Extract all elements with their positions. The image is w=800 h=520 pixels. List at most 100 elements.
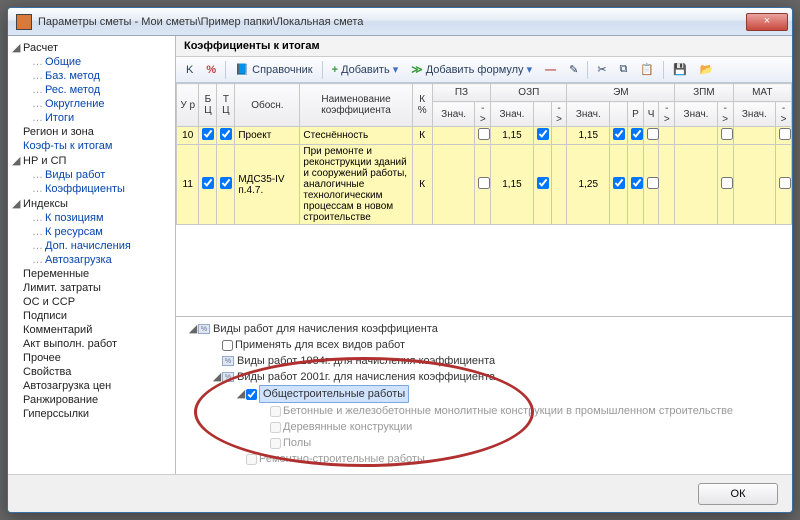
sidebar-item[interactable]: Итоги [10,111,173,125]
col-pz-arr[interactable]: -> [475,102,491,127]
col-zpm[interactable]: ЗПМ [675,84,733,102]
work-type-item[interactable]: ◢%Виды работ 2001г. для начисления коэфф… [184,369,784,385]
col-mat[interactable]: МАТ [733,84,791,102]
col-bc[interactable]: Б Ц [199,84,217,127]
sidebar-item[interactable]: Лимит. затраты [10,281,173,295]
sidebar-item[interactable]: ◢ Расчет [10,40,173,55]
checkbox[interactable] [202,177,214,189]
col-ozp-chk[interactable] [533,102,551,127]
checkbox[interactable] [647,177,659,189]
col-zpm-val[interactable]: Знач. [675,102,718,127]
work-type-item[interactable]: Полы [184,435,784,451]
col-mat-val[interactable]: Знач. [733,102,776,127]
checkbox[interactable] [779,128,791,140]
col-obosn[interactable]: Обосн. [235,84,300,127]
checkbox[interactable] [202,128,214,140]
work-types-panel[interactable]: ◢%Виды работ для начисления коэффициента… [176,316,792,474]
col-em-r[interactable]: Р [628,102,644,127]
col-naim[interactable]: Наименование коэффициента [300,84,412,127]
checkbox[interactable] [270,406,281,417]
copy-button[interactable]: ⧉ [614,60,634,79]
work-type-item[interactable]: Ремонтно-строительные работы [184,451,784,467]
checkbox[interactable] [222,340,233,351]
col-ozp-val[interactable]: Знач. [491,102,534,127]
sidebar-item[interactable]: Подписи [10,309,173,323]
sidebar-item[interactable]: Свойства [10,365,173,379]
sidebar-item[interactable]: К позициям [10,211,173,225]
remove-button[interactable]: — [539,61,562,79]
checkbox[interactable] [631,128,643,140]
col-ozp-arr[interactable]: -> [551,102,567,127]
add-button[interactable]: +Добавить▾ [326,60,405,79]
sidebar-item[interactable]: ОС и ССР [10,295,173,309]
table-row[interactable]: 11МДС35-IV п.4.7.При ремонте и реконстру… [177,145,792,225]
work-type-item[interactable]: Применять для всех видов работ [184,337,784,353]
sidebar-item[interactable]: Акт выполн. работ [10,337,173,351]
grid-area[interactable]: У р Б Ц Т Ц Обосн. Наименование коэффици… [176,83,792,316]
sidebar-item[interactable]: Автозагрузка цен [10,379,173,393]
col-mat-arr[interactable]: -> [776,102,792,127]
checkbox[interactable] [613,128,625,140]
work-type-item[interactable]: ◢%Виды работ для начисления коэффициента [184,321,784,337]
col-ozp[interactable]: ОЗП [491,84,567,102]
sidebar-item[interactable]: Доп. начисления [10,239,173,253]
checkbox[interactable] [537,177,549,189]
checkbox[interactable] [721,128,733,140]
checkbox[interactable] [478,177,490,189]
table-row[interactable]: 10ПроектСтеснённостьК1,151,15 [177,127,792,145]
checkbox[interactable] [537,128,549,140]
col-em-ch[interactable]: Ч [643,102,659,127]
sidebar-item[interactable]: Баз. метод [10,69,173,83]
percent-button[interactable]: % [200,61,222,79]
checkbox[interactable] [270,438,281,449]
col-tc[interactable]: Т Ц [217,84,235,127]
edit-button[interactable]: ✎ [563,60,584,79]
close-button[interactable]: × [746,13,788,31]
col-pz-val[interactable]: Знач. [432,102,475,127]
col-em-chk[interactable] [610,102,628,127]
checkbox[interactable] [246,389,257,400]
sidebar-item[interactable]: Виды работ [10,168,173,182]
checkbox[interactable] [220,177,232,189]
work-type-item[interactable]: Бетонные и железобетонные монолитные кон… [184,403,784,419]
sidebar-item[interactable]: Коэффициенты [10,182,173,196]
sidebar-item[interactable]: Ранжирование [10,393,173,407]
col-ur[interactable]: У р [177,84,199,127]
sidebar-item[interactable]: ◢ НР и СП [10,153,173,168]
checkbox[interactable] [613,177,625,189]
checkbox[interactable] [779,177,791,189]
checkbox[interactable] [647,128,659,140]
sidebar-item[interactable]: К ресурсам [10,225,173,239]
sidebar-tree[interactable]: ◢ РасчетОбщиеБаз. методРес. методОкругле… [8,36,176,474]
sidebar-item[interactable]: ◢ Индексы [10,196,173,211]
open-button[interactable]: 📂 [694,60,720,79]
work-type-item[interactable]: %Виды работ 1984г. для начисления коэффи… [184,353,784,369]
handbook-button[interactable]: 📘Справочник [229,60,319,80]
work-type-item[interactable]: ◢Общестроительные работы [184,385,784,403]
col-em-arr[interactable]: -> [659,102,675,127]
sidebar-item[interactable]: Автозагрузка [10,253,173,267]
cut-button[interactable]: ✂ [591,60,612,79]
add-formula-button[interactable]: ≫Добавить формулу▾ [405,60,538,79]
col-zpm-arr[interactable]: -> [717,102,733,127]
sidebar-item[interactable]: Рес. метод [10,83,173,97]
checkbox[interactable] [631,177,643,189]
checkbox[interactable] [270,422,281,433]
sidebar-item[interactable]: Общие [10,55,173,69]
col-k[interactable]: К % [412,84,432,127]
k-button[interactable]: K [180,61,199,79]
col-em[interactable]: ЭМ [567,84,675,102]
ok-button[interactable]: ОК [698,483,778,505]
checkbox[interactable] [478,128,490,140]
work-type-item[interactable]: Деревянные конструкции [184,419,784,435]
save-button[interactable]: 💾 [667,60,693,79]
checkbox[interactable] [246,454,257,465]
sidebar-item[interactable]: Комментарий [10,323,173,337]
sidebar-item[interactable]: Переменные [10,267,173,281]
sidebar-item[interactable]: Регион и зона [10,125,173,139]
checkbox[interactable] [721,177,733,189]
paste-button[interactable]: 📋 [634,60,660,79]
sidebar-item[interactable]: Гиперссылки [10,407,173,421]
col-pz[interactable]: ПЗ [432,84,490,102]
sidebar-item[interactable]: Округление [10,97,173,111]
